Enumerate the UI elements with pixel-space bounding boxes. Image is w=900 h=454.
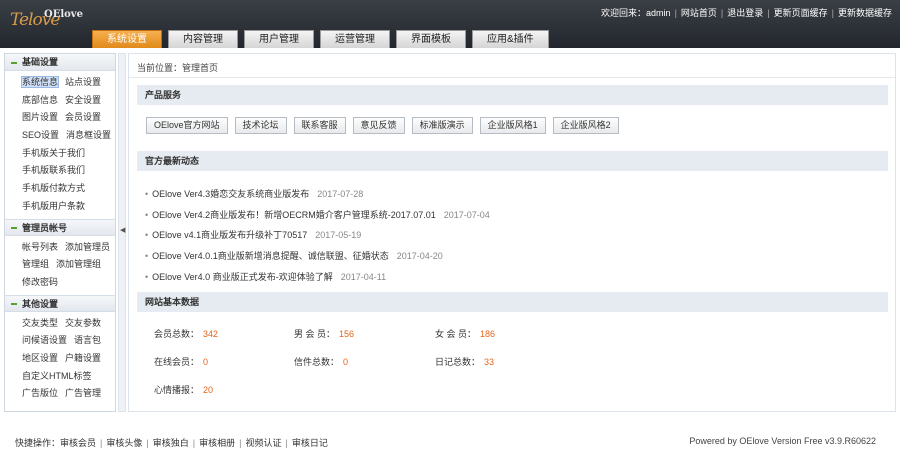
sidebar-section-other[interactable]: 其他设置 [5,294,115,312]
sidebar-item-account-list[interactable]: 帐号列表 [22,242,58,252]
news-item[interactable]: • OElove Ver4.2商业版发布！新增OECRM婚介客户管理系统-2017… [145,205,490,226]
news-header: 官方最新动态 [137,151,888,171]
sidebar-section-admin[interactable]: 管理员帐号 [5,218,115,236]
sidebar-item-site-settings[interactable]: 站点设置 [65,77,101,87]
sidebar-item-greetings[interactable]: 问候语设置 [22,335,67,345]
sidebar-item-mobile-contact[interactable]: 手机版联系我们 [22,165,85,175]
sidebar-item-household[interactable]: 户籍设置 [65,353,101,363]
sidebar-item-ad-slots[interactable]: 广告版位 [22,388,58,398]
logo-text: OElove [44,9,83,20]
sidebar-item-language-pack[interactable]: 语言包 [74,335,101,345]
enterprise-style-1-button[interactable]: 企业版风格1 [479,117,546,134]
stat-members: 会员总数： 342 [154,329,219,339]
product-buttons: OElove官方网站 技术论坛 联系客服 意见反馈 标准版演示 企业版风格1 企… [146,117,626,134]
sidebar-item-regions[interactable]: 地区设置 [22,353,58,363]
breadcrumb: 当前位置：管理首页 [137,63,219,73]
top-links: 欢迎回来：admin | 网站首页 | 退出登录 | 更新页面缓存 | 更新数据缓存 [601,8,892,18]
quick-audit-monologue[interactable]: 审核独白 [153,438,189,448]
quick-audit-albums[interactable]: 审核相册 [199,438,235,448]
stat-letters: 信件总数： 0 [294,357,349,367]
standard-demo-button[interactable]: 标准版演示 [411,117,473,134]
contact-support-button[interactable]: 联系客服 [293,117,346,134]
tab-operations[interactable]: 运营管理 [320,30,390,48]
sidebar-item-mobile-about[interactable]: 手机版关于我们 [22,148,85,158]
sidebar-item-change-password[interactable]: 修改密码 [22,277,58,287]
stat-online: 在线会员： 0 [154,357,209,367]
site-stats-header: 网站基本数据 [137,292,888,312]
quick-actions-label: 快捷操作： [15,438,61,448]
sidebar-item-dating-params[interactable]: 交友参数 [65,318,101,328]
stat-male: 男 会 员： 156 [294,329,355,339]
sidebar-item-add-group[interactable]: 添加管理组 [56,259,101,269]
divider [129,77,895,78]
sidebar-collapse-bar[interactable]: ◀ [118,53,126,412]
news-item[interactable]: • OElove Ver4.0.1商业版新增消息提醒、诚信联盟、征婚状态 2017-… [145,246,490,267]
sidebar-item-image-settings[interactable]: 图片设置 [22,112,58,122]
main-panel: 当前位置：管理首页 产品服务 OElove官方网站 技术论坛 联系客服 意见反馈… [128,53,896,412]
sidebar-item-system-info[interactable]: 系统信息 [20,76,60,88]
collapse-arrow-icon: ◀ [120,227,126,234]
news-list: • OElove Ver4.3婚恋交友系统商业版发布 2017-07-28 • OEl… [145,184,490,287]
logout-link[interactable]: 退出登录 [727,8,763,18]
sidebar-item-mobile-terms[interactable]: 手机版用户条款 [22,201,85,211]
stat-female: 女 会 员： 186 [435,329,496,339]
sidebar-item-member-settings[interactable]: 会员设置 [65,112,101,122]
sidebar-item-add-admin[interactable]: 添加管理员 [65,242,110,252]
powered-by: Powered by OElove Version Free v3.9.R606… [689,436,876,446]
tab-system-settings[interactable]: 系统设置 [92,30,162,48]
sidebar: 基础设置 系统信息 站点设置 底部信息 安全设置 图片设置 会员设置 SEO设置 消息框… [4,53,116,412]
tab-templates[interactable]: 界面模板 [396,30,466,48]
stat-diary: 日记总数： 33 [435,357,495,367]
sidebar-item-mobile-payment[interactable]: 手机版付款方式 [22,183,85,193]
site-home-link[interactable]: 网站首页 [681,8,717,18]
sidebar-item-custom-html[interactable]: 自定义HTML标签 [22,371,92,381]
tab-content-management[interactable]: 内容管理 [168,30,238,48]
sidebar-item-ad-management[interactable]: 广告管理 [65,388,101,398]
quick-audit-diary[interactable]: 审核日记 [292,438,328,448]
tab-user-management[interactable]: 用户管理 [244,30,314,48]
official-site-button[interactable]: OElove官方网站 [146,117,228,134]
product-services-header: 产品服务 [137,85,888,105]
sidebar-section-basic[interactable]: 基础设置 [5,54,115,71]
minus-icon [11,227,17,230]
sidebar-item-seo[interactable]: SEO设置 [22,130,59,140]
sidebar-item-admin-groups[interactable]: 管理组 [22,259,49,269]
tab-apps-plugins[interactable]: 应用&插件 [472,30,549,48]
top-header: Telove OElove 欢迎回来：admin | 网站首页 | 退出登录 | 更新页面缓… [0,0,900,48]
news-item[interactable]: • OElove Ver4.3婚恋交友系统商业版发布 2017-07-28 [145,184,490,205]
stat-heart: 心情播报： 20 [154,385,214,395]
forum-button[interactable]: 技术论坛 [234,117,287,134]
sidebar-item-footer-info[interactable]: 底部信息 [22,95,58,105]
quick-video-verify[interactable]: 视频认证 [245,438,281,448]
quick-audit-avatars[interactable]: 审核头像 [106,438,142,448]
news-item[interactable]: • OElove Ver4.0 商业版正式发布-欢迎体验了解 2017-04-11 [145,267,490,288]
minus-icon [11,303,17,306]
quick-audit-members[interactable]: 审核会员 [60,438,96,448]
sidebar-item-dating-types[interactable]: 交友类型 [22,318,58,328]
enterprise-style-2-button[interactable]: 企业版风格2 [552,117,619,134]
site-logo[interactable]: Telove OElove [8,4,88,38]
main-nav: 系统设置 内容管理 用户管理 运营管理 界面模板 应用&插件 [92,30,555,48]
sidebar-item-security[interactable]: 安全设置 [65,95,101,105]
welcome-text: 欢迎回来：admin [601,8,671,18]
feedback-button[interactable]: 意见反馈 [352,117,405,134]
refresh-data-cache-link[interactable]: 更新数据缓存 [838,8,892,18]
minus-icon [11,61,17,64]
refresh-page-cache-link[interactable]: 更新页面缓存 [774,8,828,18]
news-item[interactable]: • OElove v4.1商业版发布升级补丁70517 2017-05-19 [145,225,490,246]
quick-actions: 快捷操作：审核会员 | 审核头像 | 审核独白 | 审核相册 | 视频认证 | 审核日记 [15,438,328,448]
sidebar-item-message-box[interactable]: 消息框设置 [66,130,111,140]
